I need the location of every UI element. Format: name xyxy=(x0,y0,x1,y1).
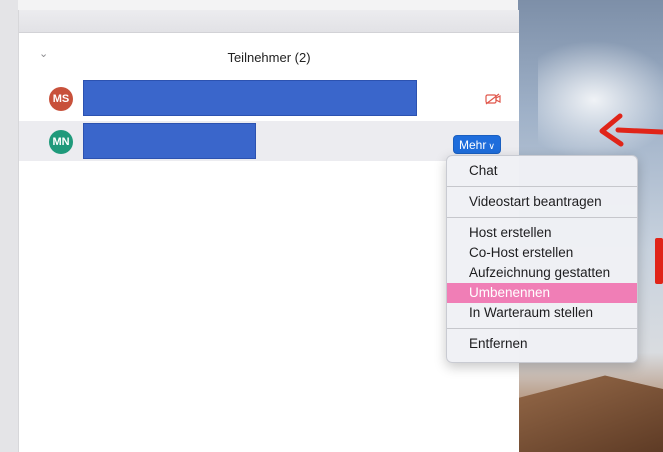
more-button[interactable]: Mehr ∨ xyxy=(453,135,501,154)
red-marker-annotation xyxy=(655,238,663,284)
menu-item-request-video[interactable]: Videostart beantragen xyxy=(447,192,637,212)
window-titlebar[interactable] xyxy=(19,10,519,33)
more-button-label: Mehr xyxy=(459,138,487,152)
participant-name-redacted xyxy=(83,80,417,116)
video-off-icon[interactable] xyxy=(485,93,501,105)
menu-item-make-host[interactable]: Host erstellen xyxy=(447,223,637,243)
participant-row[interactable]: MS xyxy=(19,78,519,118)
panel-title: Teilnehmer (2) xyxy=(227,50,311,65)
panel-header: ⌄ Teilnehmer (2) xyxy=(19,33,519,75)
participant-row[interactable]: MN Mehr ∨ xyxy=(19,121,519,161)
menu-item-rename[interactable]: Umbenennen xyxy=(447,283,637,303)
background-window-edge xyxy=(0,0,18,452)
avatar: MS xyxy=(49,87,73,111)
menu-item-make-cohost[interactable]: Co-Host erstellen xyxy=(447,243,637,263)
dune-image xyxy=(518,375,663,452)
menu-separator xyxy=(447,328,637,329)
red-arrow-annotation xyxy=(599,113,663,147)
menu-item-chat[interactable]: Chat xyxy=(447,161,637,181)
menu-separator xyxy=(447,186,637,187)
participant-name-redacted xyxy=(83,123,256,159)
menu-item-remove[interactable]: Entfernen xyxy=(447,334,637,354)
menu-item-allow-record[interactable]: Aufzeichnung gestatten xyxy=(447,263,637,283)
menu-item-waiting-room[interactable]: In Warteraum stellen xyxy=(447,303,637,323)
menu-separator xyxy=(447,217,637,218)
participants-window: ⌄ Teilnehmer (2) MS MN Mehr ∨ xyxy=(18,10,519,452)
chevron-down-icon: ∨ xyxy=(488,141,495,151)
participant-context-menu: Chat Videostart beantragen Host erstelle… xyxy=(446,155,638,363)
avatar: MN xyxy=(49,130,73,154)
